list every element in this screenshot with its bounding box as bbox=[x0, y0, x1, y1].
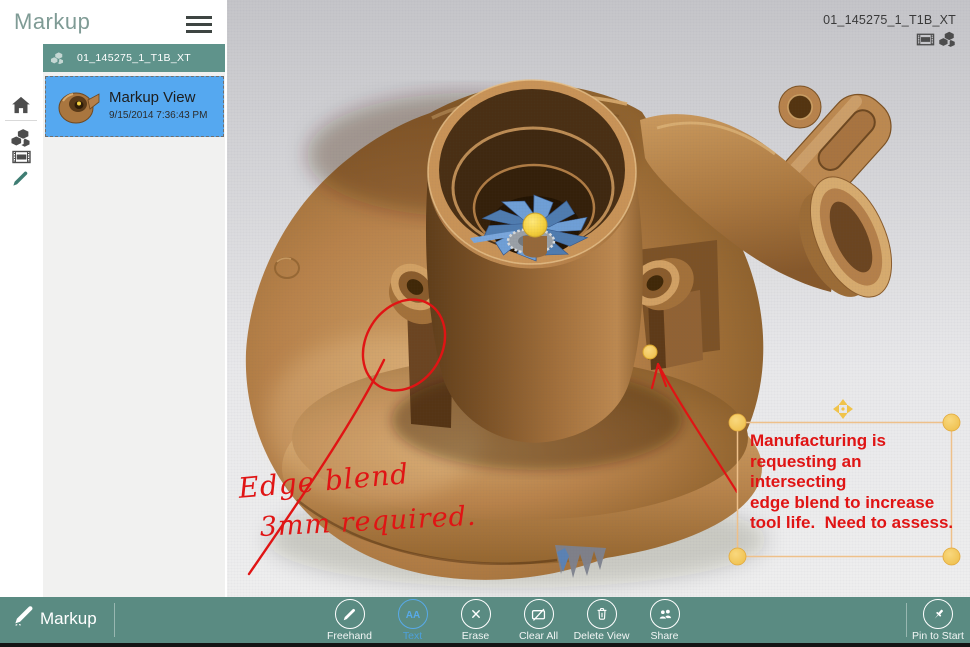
structure-tree: 01_145275_1_T1B_XT Markup View 9/15/2014… bbox=[43, 44, 225, 597]
tree-root-label: 01_145275_1_T1B_XT bbox=[77, 52, 191, 64]
markup-view-thumbnail bbox=[55, 87, 103, 127]
3d-viewport[interactable]: 01_145275_1_T1B_XT bbox=[227, 0, 970, 597]
sidebar-item-markup[interactable] bbox=[10, 168, 34, 192]
bar-mode-label: Markup bbox=[40, 609, 97, 629]
markup-pencil-icon bbox=[12, 603, 36, 632]
share-button[interactable]: Share bbox=[633, 599, 696, 642]
app-title: Markup bbox=[14, 9, 90, 35]
text-button[interactable]: AA Text bbox=[381, 599, 444, 642]
pushpin-icon bbox=[923, 599, 953, 629]
clear-all-button[interactable]: Clear All bbox=[507, 599, 570, 642]
svg-text:AA: AA bbox=[405, 610, 419, 621]
home-icon bbox=[10, 94, 32, 116]
freehand-button[interactable]: Freehand bbox=[318, 599, 381, 642]
trash-icon bbox=[587, 599, 617, 629]
filmstrip-icon bbox=[10, 147, 33, 167]
share-people-icon bbox=[650, 599, 680, 629]
turbocharger-housing-model bbox=[227, 0, 970, 597]
cubes-icon[interactable] bbox=[938, 30, 956, 54]
bottom-app-bar: Markup Freehand AA Text bbox=[0, 597, 970, 647]
delete-view-button[interactable]: Delete View bbox=[570, 599, 633, 642]
left-panel: Markup bbox=[0, 0, 227, 597]
shaft-highlight bbox=[523, 213, 547, 237]
text-aa-icon: AA bbox=[398, 599, 428, 629]
hamburger-menu-icon[interactable] bbox=[186, 16, 212, 37]
sidebar-item-home[interactable] bbox=[10, 94, 34, 118]
freehand-pencil-icon bbox=[335, 599, 365, 629]
panel-header: Markup bbox=[0, 0, 227, 44]
part-name-label: 01_145275_1_T1B_XT bbox=[823, 13, 956, 27]
erase-button[interactable]: Erase bbox=[444, 599, 507, 642]
clear-all-icon bbox=[524, 599, 554, 629]
view-timestamp: 9/15/2014 7:36:43 PM bbox=[109, 110, 207, 121]
pencil-icon bbox=[10, 168, 31, 189]
icon-rail bbox=[0, 44, 43, 597]
view-title: Markup View bbox=[109, 89, 195, 106]
pin-to-start-button[interactable]: Pin to Start bbox=[906, 599, 970, 642]
cubes-icon bbox=[10, 127, 31, 148]
part-cube-icon bbox=[50, 51, 64, 68]
erase-x-icon bbox=[461, 599, 491, 629]
filmstrip-icon[interactable] bbox=[916, 30, 935, 54]
tree-root-node[interactable]: 01_145275_1_T1B_XT bbox=[43, 44, 225, 72]
markup-view-item[interactable]: Markup View 9/15/2014 7:36:43 PM bbox=[45, 76, 224, 137]
markup-app: 01_145275_1_T1B_XT bbox=[0, 0, 970, 647]
